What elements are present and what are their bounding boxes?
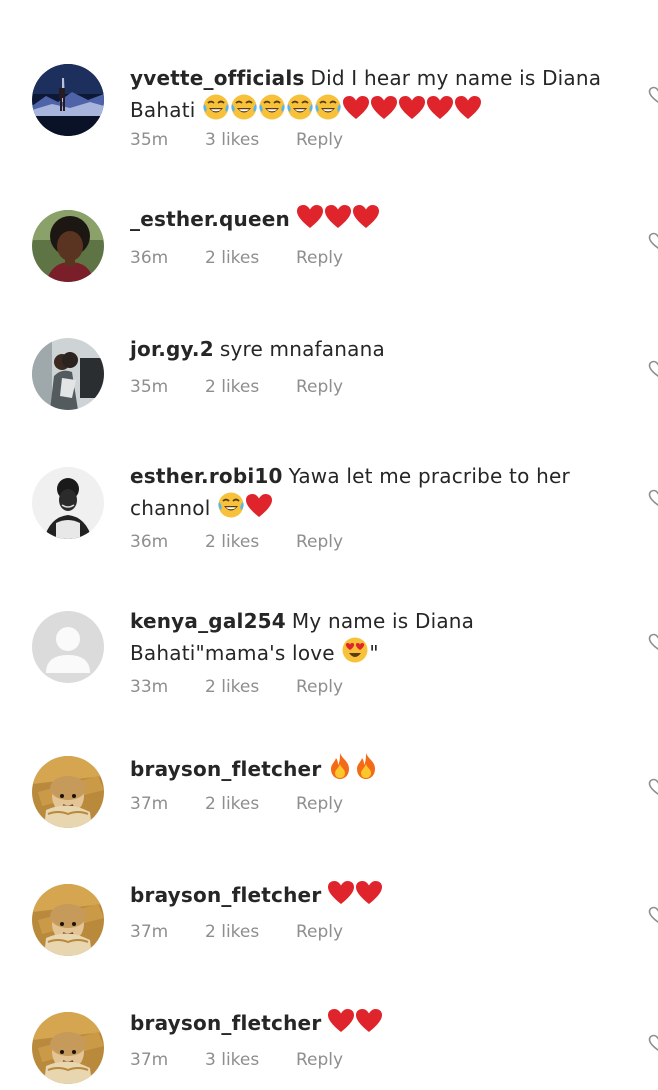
comment-message: syre mnafanana [219,337,385,361]
reply-button[interactable]: Reply [296,675,343,699]
heart-emoji-icon [324,204,352,238]
comment-timestamp: 33m [130,677,169,697]
comment-likes-count[interactable]: 2 likes [205,675,259,699]
comment-body: brayson_fletcher [130,880,625,914]
baby-photo-avatar[interactable] [32,884,104,956]
reply-button[interactable]: Reply [296,530,343,554]
comment-body: yvette_officials Did I hear my name is Di… [130,64,625,129]
fire-emoji-icon [353,752,379,788]
reply-button[interactable]: Reply [296,246,343,270]
heart-emoji-icon [355,880,383,914]
comment-timestamp: 37m [130,794,169,814]
heart-emoji-icon [426,95,454,129]
comment-username-link[interactable]: esther.robi10 [130,464,283,488]
like-heart-icon[interactable] [648,232,658,250]
comment-timestamp: 37m [130,922,169,942]
like-heart-icon[interactable] [648,906,658,924]
comment-likes-count[interactable]: 3 likes [205,1048,259,1072]
comment-likes-count[interactable]: 2 likes [205,246,259,270]
comment-list: yvette_officials Did I hear my name is Di… [0,0,658,1090]
joy-emoji-icon [217,491,245,527]
comment-body: brayson_fletcher [130,752,625,788]
comment-body: _esther.queen [130,204,625,238]
heart-emoji-icon [296,204,324,238]
reply-button[interactable]: Reply [296,1048,343,1072]
like-heart-icon[interactable] [648,489,658,507]
comment-body: kenya_gal254 My name is Diana Bahati"mama… [130,607,625,672]
bw-portrait-avatar[interactable] [32,467,104,539]
comment-likes-count[interactable]: 2 likes [205,530,259,554]
comment-username-link[interactable]: brayson_fletcher [130,1011,321,1035]
reply-button[interactable]: Reply [296,128,343,152]
fire-emoji-icon [327,752,353,788]
joy-emoji-icon [314,93,342,129]
comment-body: brayson_fletcher [130,1008,625,1042]
reply-button[interactable]: Reply [296,375,343,399]
joy-emoji-icon [202,93,230,129]
heart-emoji-icon [454,95,482,129]
comment-timestamp: 36m [130,532,169,552]
default-avatar[interactable] [32,611,104,683]
heart-emoji-icon [327,1008,355,1042]
heart-emoji-icon [398,95,426,129]
comment-timestamp: 35m [130,130,169,150]
joy-emoji-icon [230,93,258,129]
landscape-photo-avatar[interactable] [32,64,104,136]
comment-text: jor.gy.2 syre mnafanana [130,335,625,364]
like-heart-icon[interactable] [648,86,658,104]
joy-emoji-icon [258,93,286,129]
heart-eyes-emoji-icon [341,636,369,672]
joy-emoji-icon [286,93,314,129]
comment-body: jor.gy.2 syre mnafanana [130,335,625,364]
comment-text: brayson_fletcher [130,880,625,914]
comment-text: yvette_officials Did I hear my name is Di… [130,64,625,129]
baby-photo-avatar[interactable] [32,1012,104,1084]
like-heart-icon[interactable] [648,778,658,796]
couple-photo-avatar[interactable] [32,338,104,410]
heart-emoji-icon [245,493,273,527]
comment-username-link[interactable]: yvette_officials [130,66,305,90]
comment-text: esther.robi10 Yawa let me pracribe to her… [130,462,625,527]
comment-body: esther.robi10 Yawa let me pracribe to her… [130,462,625,527]
woman-portrait-avatar[interactable] [32,210,104,282]
comment-likes-count[interactable]: 3 likes [205,128,259,152]
like-heart-icon[interactable] [648,1034,658,1052]
comment-text: _esther.queen [130,204,625,238]
comment-username-link[interactable]: jor.gy.2 [130,337,214,361]
comment-timestamp: 35m [130,377,169,397]
like-heart-icon[interactable] [648,360,658,378]
heart-emoji-icon [342,95,370,129]
comment-username-link[interactable]: _esther.queen [130,207,290,231]
comment-text: brayson_fletcher [130,1008,625,1042]
heart-emoji-icon [327,880,355,914]
comment-timestamp: 37m [130,1050,169,1070]
reply-button[interactable]: Reply [296,920,343,944]
comment-likes-count[interactable]: 2 likes [205,920,259,944]
comment-text: brayson_fletcher [130,752,625,788]
baby-photo-avatar[interactable] [32,756,104,828]
comment-username-link[interactable]: kenya_gal254 [130,609,286,633]
comment-likes-count[interactable]: 2 likes [205,375,259,399]
comment-timestamp: 36m [130,248,169,268]
comment-likes-count[interactable]: 2 likes [205,792,259,816]
like-heart-icon[interactable] [648,633,658,651]
heart-emoji-icon [370,95,398,129]
reply-button[interactable]: Reply [296,792,343,816]
comment-trailing-text: " [369,641,379,665]
comment-text: kenya_gal254 My name is Diana Bahati"mama… [130,607,625,672]
heart-emoji-icon [352,204,380,238]
comment-username-link[interactable]: brayson_fletcher [130,757,321,781]
comment-username-link[interactable]: brayson_fletcher [130,883,321,907]
heart-emoji-icon [355,1008,383,1042]
